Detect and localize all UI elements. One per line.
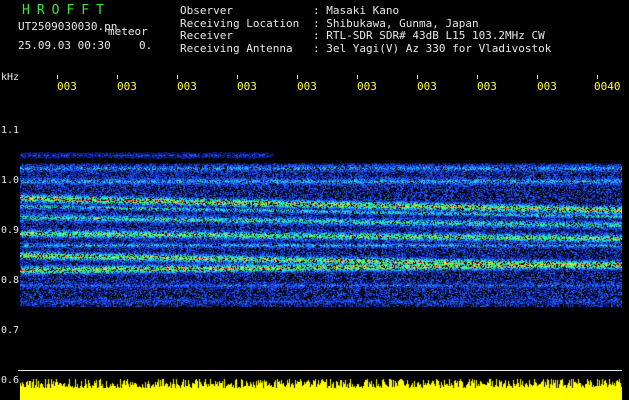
- info-label-antenna: Receiving Antenna: [180, 41, 293, 55]
- x-tick-label: 003: [237, 80, 257, 93]
- x-tick-mark: [477, 75, 478, 79]
- x-tick-mark: [297, 75, 298, 79]
- x-tick-mark: [537, 75, 538, 79]
- noise-floor-baseline: [18, 370, 622, 371]
- app-title: HROFFT: [22, 3, 111, 18]
- file-name: UT2509030030.pn: [18, 20, 118, 33]
- x-tick-mark: [57, 75, 58, 79]
- x-tick-label: 003: [537, 80, 557, 93]
- x-tick-mark: [417, 75, 418, 79]
- y-tick-label: 0.6: [1, 375, 20, 386]
- x-tick-label: 003: [297, 80, 317, 93]
- info-value-observer: : Masaki Kano: [313, 4, 400, 17]
- meteor-count: 0.: [139, 39, 153, 52]
- x-tick-mark: [357, 75, 358, 79]
- x-tick-label: 0040: [594, 80, 621, 93]
- x-tick-label: 003: [417, 80, 437, 93]
- x-tick-label: 003: [177, 80, 197, 93]
- y-tick-label: 0.9: [1, 225, 20, 236]
- info-labels: Observer Receiving Location Receiver Rec…: [180, 4, 299, 55]
- info-values: : Masaki Kano : Shibukawa, Gunma, Japan …: [313, 4, 552, 55]
- info-value-receiver: : RTL-SDR SDR# 43dB L15 103.2MHz CW: [313, 29, 545, 42]
- info-label-receiver: Receiver: [180, 29, 233, 42]
- x-tick-mark: [237, 75, 238, 79]
- x-tick-label: 003: [477, 80, 497, 93]
- info-value-antenna: : 3el Yagi(V) Az 330 for Vladivostok: [313, 41, 552, 55]
- x-tick-mark: [117, 75, 118, 79]
- frequency-unit-label: kHz: [1, 72, 20, 83]
- meteor-label: meteor: [108, 25, 148, 38]
- x-tick-mark: [597, 75, 598, 79]
- info-label-observer: Observer: [180, 4, 233, 17]
- y-tick-label: 0.7: [1, 325, 20, 336]
- x-tick-label: 003: [117, 80, 137, 93]
- spectrogram-canvas: [20, 95, 622, 400]
- x-tick-mark: [177, 75, 178, 79]
- y-tick-label: 1.1: [1, 125, 20, 136]
- y-tick-label: 0.8: [1, 275, 20, 286]
- y-tick-label: 1.0: [1, 175, 20, 186]
- observation-datetime: 25.09.03 00:30: [18, 39, 111, 52]
- x-tick-label: 003: [57, 80, 77, 93]
- x-tick-label: 003: [357, 80, 377, 93]
